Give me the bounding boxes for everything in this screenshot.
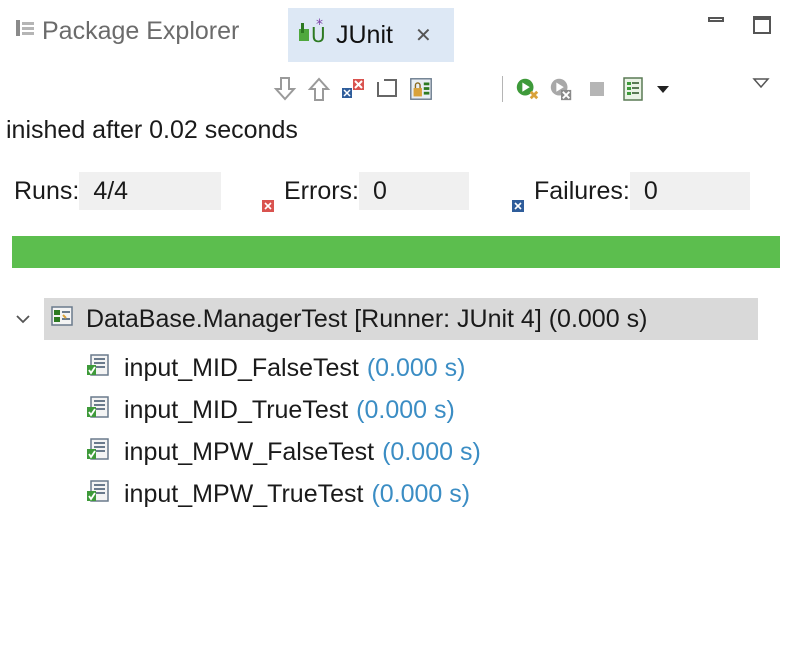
scroll-lock-icon[interactable] <box>408 76 434 102</box>
failures-label: Failures: <box>534 177 630 205</box>
tab-package-explorer-label: Package Explorer <box>42 16 240 45</box>
test-case-passed-icon <box>86 395 110 426</box>
test-suite-label: DataBase.ManagerTest [Runner: JUnit 4] (… <box>86 304 648 333</box>
errors-label: Errors: <box>284 177 359 205</box>
chevron-down-icon[interactable] <box>14 310 32 328</box>
stop-icon[interactable] <box>584 76 610 102</box>
test-progress-fill <box>12 236 780 268</box>
failures-counter: Failures: 0 <box>512 172 750 212</box>
test-case-time: (0.000 s) <box>382 437 481 466</box>
failures-value: 0 <box>629 172 750 210</box>
package-explorer-icon <box>14 17 36 46</box>
test-case-row[interactable]: input_MID_TrueTest (0.000 s) <box>86 390 455 430</box>
test-suite-icon <box>50 304 74 335</box>
test-status-text: inished after 0.02 seconds <box>6 116 298 144</box>
errors-value: 0 <box>359 172 469 210</box>
toolbar-separator <box>502 76 503 102</box>
tab-junit-label: JUnit <box>336 20 393 49</box>
view-tab-bar: Package Explorer U * JUnit ✕ <box>0 0 791 62</box>
test-counters: Runs: 4/4 Errors: 0 Failures: 0 <box>0 172 791 212</box>
view-menu-icon[interactable] <box>748 70 774 96</box>
errors-counter: Errors: 0 <box>262 172 469 212</box>
runs-counter: Runs: 4/4 <box>14 172 222 210</box>
test-case-time: (0.000 s) <box>366 353 466 382</box>
test-case-row[interactable]: input_MPW_TrueTest (0.000 s) <box>86 474 470 514</box>
error-icon <box>262 185 274 212</box>
close-icon[interactable]: ✕ <box>415 23 432 48</box>
test-run-history-icon[interactable] <box>620 76 646 102</box>
test-case-name: input_MPW_TrueTest <box>124 479 364 508</box>
show-failures-only-icon[interactable] <box>340 76 366 102</box>
test-case-name: input_MID_TrueTest <box>124 395 349 424</box>
test-progress-bar <box>12 236 780 268</box>
test-case-passed-icon <box>86 353 110 384</box>
rerun-failures-first-icon[interactable] <box>548 76 574 102</box>
test-suite-node[interactable]: DataBase.ManagerTest [Runner: JUnit 4] (… <box>44 298 758 340</box>
test-case-name: input_MID_FalseTest <box>124 353 359 382</box>
test-case-passed-icon <box>86 437 110 468</box>
junit-toolbar <box>0 62 791 112</box>
test-case-name: input_MPW_FalseTest <box>124 437 375 466</box>
runs-label: Runs: <box>14 177 80 205</box>
test-case-time: (0.000 s) <box>356 395 455 424</box>
test-case-row[interactable]: input_MID_FalseTest (0.000 s) <box>86 348 466 388</box>
tab-junit[interactable]: U * JUnit ✕ <box>288 8 454 62</box>
maximize-icon[interactable] <box>752 14 774 36</box>
test-case-time: (0.000 s) <box>371 479 471 508</box>
failure-icon <box>512 185 524 212</box>
rerun-test-icon[interactable] <box>514 76 540 102</box>
history-dropdown-icon[interactable] <box>650 76 676 102</box>
test-case-row[interactable]: input_MPW_FalseTest (0.000 s) <box>86 432 481 472</box>
test-case-passed-icon <box>86 479 110 510</box>
minimize-icon[interactable] <box>706 14 728 36</box>
next-failure-icon[interactable] <box>272 76 298 102</box>
runs-value: 4/4 <box>79 172 222 210</box>
show-skipped-icon[interactable] <box>374 76 400 102</box>
svg-text:*: * <box>316 17 323 33</box>
previous-failure-icon[interactable] <box>306 76 332 102</box>
junit-icon: U * <box>296 17 330 54</box>
tab-package-explorer[interactable]: Package Explorer <box>14 10 239 52</box>
